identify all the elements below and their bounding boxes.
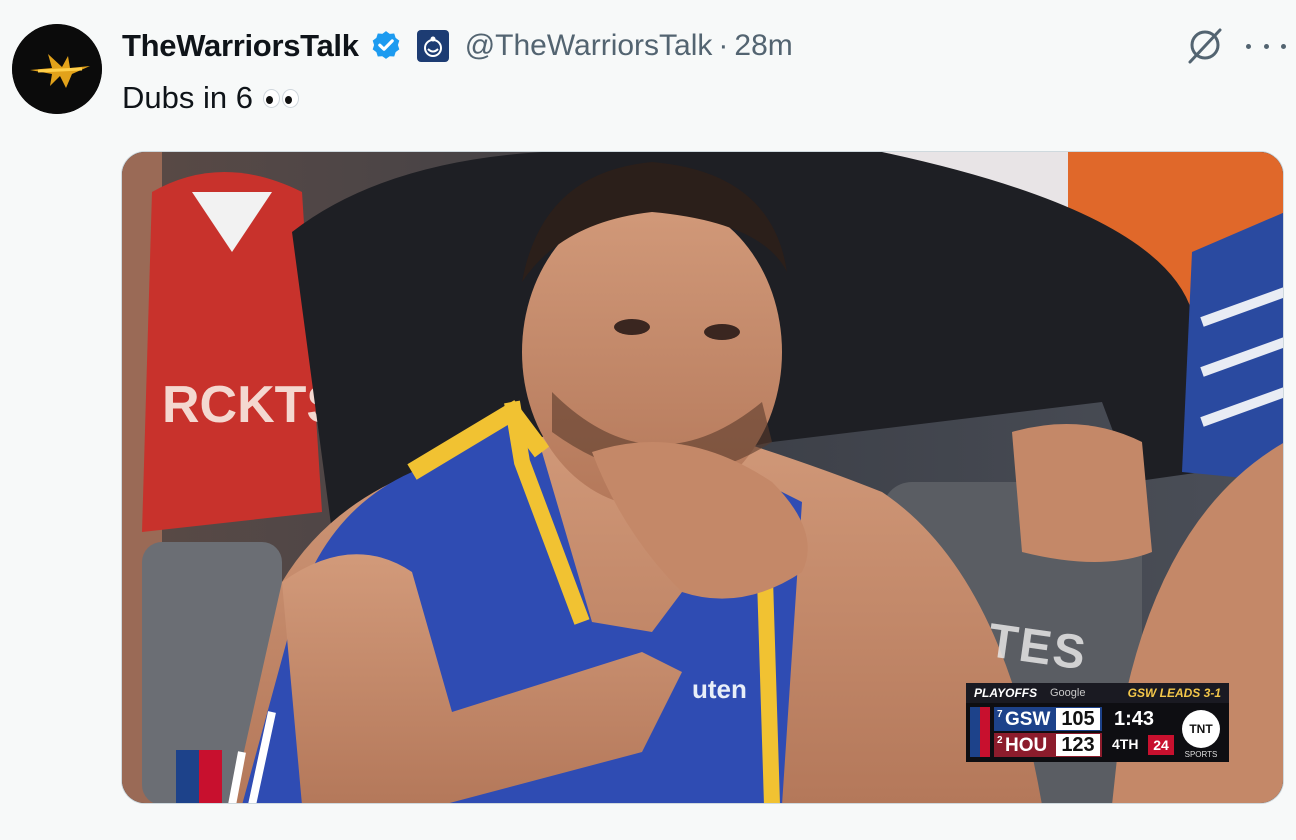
scorebug: PLAYOFFS Google GSW LEADS 3-1 7 GSW 105 … bbox=[966, 683, 1229, 762]
eyes-emoji-icon bbox=[262, 88, 299, 108]
warriors-logo-icon bbox=[12, 24, 102, 114]
series-status: GSW LEADS 3-1 bbox=[1127, 686, 1221, 700]
game-clock: 1:43 bbox=[1114, 708, 1155, 730]
affiliate-badge-icon[interactable] bbox=[416, 30, 449, 62]
nba-logo-icon bbox=[970, 707, 990, 757]
user-handle[interactable]: @TheWarriorsTalk bbox=[465, 29, 713, 63]
tweet-text: Dubs in 6 bbox=[122, 80, 299, 116]
team-seed: 7 bbox=[997, 709, 1003, 720]
network-sub-label: SPORTS bbox=[1184, 750, 1218, 759]
team-score: 123 bbox=[1056, 734, 1100, 756]
team-abbr: GSW bbox=[1005, 709, 1051, 730]
team-row: 7 GSW 105 bbox=[994, 707, 1102, 731]
playoffs-label: PLAYOFFS bbox=[974, 686, 1038, 700]
dot-icon bbox=[1246, 43, 1251, 49]
team-row: 2 HOU 123 bbox=[994, 733, 1102, 757]
grok-icon[interactable] bbox=[1184, 24, 1226, 66]
team-score: 105 bbox=[1056, 708, 1100, 730]
game-period: 4TH bbox=[1112, 736, 1139, 752]
avatar[interactable] bbox=[12, 24, 102, 114]
team-seed: 2 bbox=[997, 735, 1003, 746]
team-abbr: HOU bbox=[1005, 735, 1048, 756]
shot-clock: 24 bbox=[1148, 735, 1174, 755]
dot-icon bbox=[1281, 43, 1286, 49]
tnt-logo-icon: TNT bbox=[1182, 710, 1220, 748]
sponsor-label: Google bbox=[1050, 687, 1086, 699]
verified-badge-icon[interactable] bbox=[369, 29, 403, 63]
tweet-media-image[interactable]: RCKTS uten TES PLAYOFFS Google GSW LEADS… bbox=[121, 151, 1284, 804]
more-options-icon[interactable] bbox=[1246, 30, 1286, 62]
jersey-sponsor-patch: uten bbox=[692, 674, 747, 704]
separator-dot: · bbox=[718, 29, 729, 62]
tweet[interactable]: TheWarriorsTalk @TheWarriorsTalk · 28m D… bbox=[0, 0, 1296, 840]
tweet-header: TheWarriorsTalk @TheWarriorsTalk · 28m bbox=[122, 26, 793, 66]
display-name[interactable]: TheWarriorsTalk bbox=[122, 28, 359, 64]
dot-icon bbox=[1263, 43, 1269, 49]
timestamp[interactable]: 28m bbox=[734, 29, 792, 63]
tweet-text-content: Dubs in 6 bbox=[122, 80, 253, 115]
